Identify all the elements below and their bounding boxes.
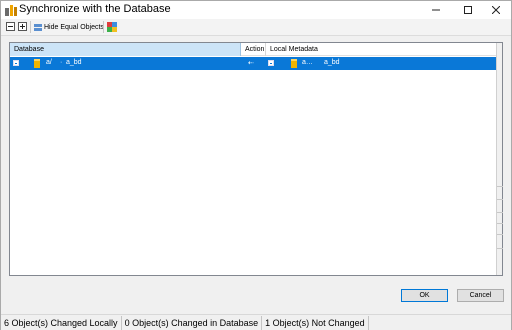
scrollbar-marker (497, 186, 503, 187)
maximize-button[interactable] (453, 1, 483, 19)
app-icon (5, 5, 17, 16)
column-header-action[interactable]: Action (241, 43, 266, 56)
scrollbar-marker (497, 212, 503, 213)
database-icon (291, 59, 297, 68)
equal-objects-icon (34, 24, 42, 31)
minimize-button[interactable] (421, 1, 451, 19)
local-object-name: a_bd (324, 59, 340, 66)
scrollbar-marker (497, 199, 503, 200)
db-object-mark: · (60, 59, 63, 66)
vertical-scrollbar[interactable] (496, 43, 503, 275)
expand-all-icon[interactable] (18, 22, 27, 31)
db-object-prefix: a/ (46, 59, 52, 66)
maximize-icon (464, 6, 472, 14)
window-title: Synchronize with the Database (19, 3, 171, 15)
color-legend-icon[interactable] (107, 22, 117, 32)
close-icon (492, 6, 500, 14)
status-not-changed: 1 Object(s) Not Changed (262, 315, 369, 330)
expand-row-icon[interactable] (13, 60, 19, 66)
ok-button[interactable]: OK (401, 289, 448, 302)
toolbar: Hide Equal Objects (1, 19, 511, 36)
table-row[interactable]: a/ · a_bd ⇠ a… a_bd (10, 57, 496, 70)
db-object-name: a_bd (66, 59, 82, 66)
scrollbar-marker (497, 248, 503, 249)
sync-grid[interactable]: Database Action Local Metadata a/ · a_bd… (9, 42, 503, 276)
hide-equal-objects-label: Hide Equal Objects (44, 24, 104, 31)
scrollbar-marker (497, 223, 503, 224)
toolbar-separator (103, 21, 104, 33)
collapse-all-icon[interactable] (6, 22, 15, 31)
sync-action-icon[interactable]: ⇠ (248, 59, 254, 67)
database-icon (34, 59, 40, 68)
sync-dialog: Synchronize with the Database Hide Equal… (0, 0, 512, 330)
local-object-prefix: a… (302, 59, 313, 66)
grid-header: Database Action Local Metadata (10, 43, 496, 56)
title-bar[interactable]: Synchronize with the Database (1, 1, 511, 19)
column-header-local-metadata[interactable]: Local Metadata (266, 43, 496, 56)
toolbar-separator (30, 21, 31, 33)
minimize-icon (432, 9, 440, 11)
column-header-database[interactable]: Database (10, 43, 241, 56)
hide-equal-objects-button[interactable]: Hide Equal Objects (34, 21, 104, 34)
scrollbar-marker (497, 234, 503, 235)
status-changed-in-database: 0 Object(s) Changed in Database (122, 315, 263, 330)
status-bar: 6 Object(s) Changed Locally 0 Object(s) … (1, 314, 511, 330)
close-button[interactable] (481, 1, 511, 19)
cancel-button[interactable]: Cancel (457, 289, 504, 302)
status-changed-locally: 6 Object(s) Changed Locally (1, 315, 122, 330)
expand-row-icon[interactable] (268, 60, 274, 66)
